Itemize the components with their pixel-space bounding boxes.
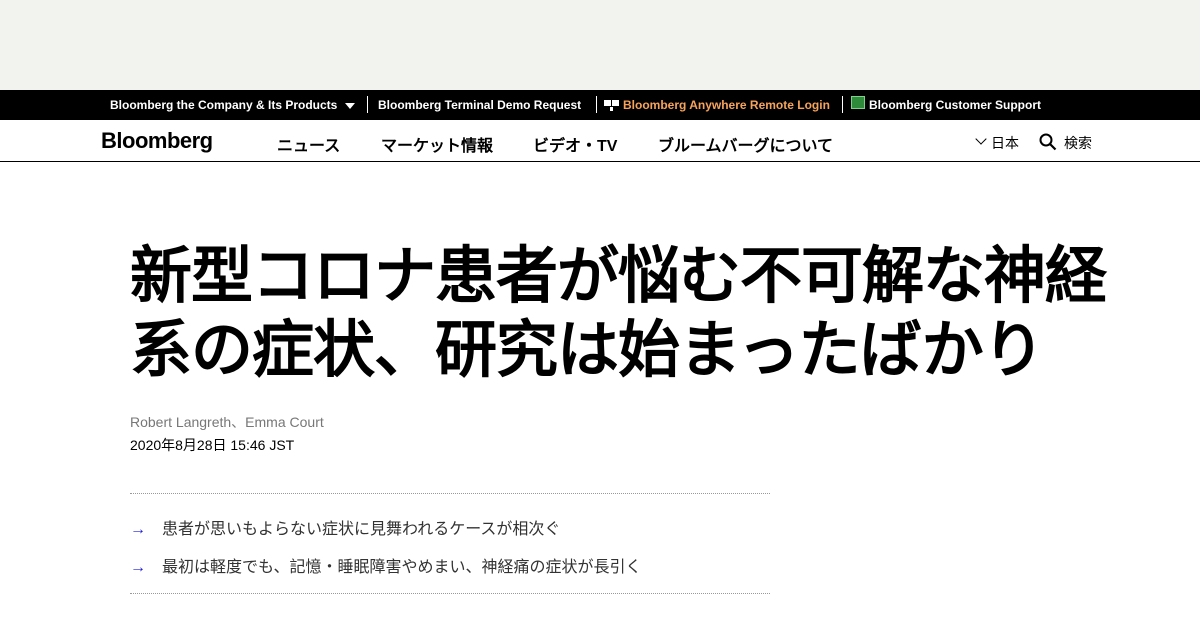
divider [130, 593, 770, 594]
main-nav: Bloomberg ニュース マーケット情報 ビデオ・TV ブルームバーグについ… [0, 120, 1200, 162]
nav-markets[interactable]: マーケット情報 [381, 132, 493, 156]
summary-bullet: → 最初は軽度でも、記憶・睡眠障害やめまい、神経痛の症状が長引く [130, 553, 642, 577]
divider [596, 96, 597, 113]
arrow-right-icon: → [130, 521, 146, 538]
anywhere-login-link[interactable]: Bloomberg Anywhere Remote Login [623, 90, 830, 120]
monitor-icon [604, 100, 619, 111]
help-icon [851, 96, 865, 109]
headline-line: 系の症状、研究は始まったばかり [130, 316, 1045, 385]
divider [367, 96, 368, 113]
bloomberg-logo[interactable]: Bloomberg [101, 128, 213, 154]
nav-about[interactable]: ブルームバーグについて [658, 132, 833, 156]
headline-line: 新型コロナ患者が悩む不可解な神経 [130, 242, 1107, 311]
terminal-demo-link[interactable]: Bloomberg Terminal Demo Request [378, 90, 581, 120]
search-button[interactable]: 検索 [1064, 133, 1092, 153]
nav-news[interactable]: ニュース [277, 132, 340, 156]
article-headline: 新型コロナ患者が悩む不可解な神経 系の症状、研究は始まったばかり [130, 240, 1120, 388]
top-utility-bar: Bloomberg the Company & Its Products Blo… [0, 90, 1200, 120]
summary-bullet: → 患者が思いもよらない症状に見舞われるケースが相次ぐ [130, 515, 560, 539]
caret-down-icon[interactable] [345, 103, 355, 109]
publish-date: 2020年8月28日 15:46 JST [130, 437, 295, 453]
arrow-right-icon: → [130, 559, 146, 576]
search-icon[interactable] [1039, 133, 1057, 151]
divider [130, 493, 770, 494]
bullet-text: 患者が思いもよらない症状に見舞われるケースが相次ぐ [162, 521, 561, 538]
language-selector[interactable]: 日本 [991, 133, 1019, 153]
company-products-menu[interactable]: Bloomberg the Company & Its Products [110, 90, 337, 120]
bullet-text: 最初は軽度でも、記憶・睡眠障害やめまい、神経痛の症状が長引く [162, 559, 642, 576]
ad-space [0, 0, 1200, 90]
divider [842, 96, 843, 113]
customer-support-link[interactable]: Bloomberg Customer Support [869, 90, 1041, 120]
nav-video-tv[interactable]: ビデオ・TV [533, 132, 617, 156]
author-byline[interactable]: Robert Langreth、Emma Court [130, 412, 324, 432]
